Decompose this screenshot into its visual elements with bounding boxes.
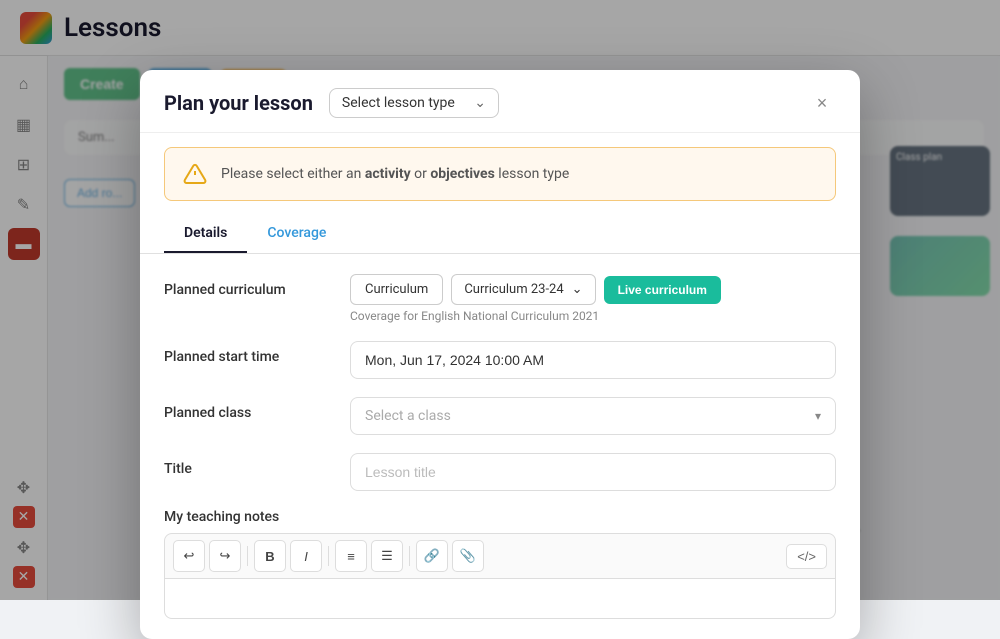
- undo-button[interactable]: ↩: [173, 540, 205, 572]
- title-row: Title: [164, 453, 836, 491]
- lesson-type-select[interactable]: Select lesson type ⌄: [329, 88, 499, 118]
- toolbar-separator-3: [409, 546, 410, 566]
- bold-button[interactable]: B: [254, 540, 286, 572]
- planned-curriculum-row: Planned curriculum Curriculum Curriculum…: [164, 274, 836, 323]
- modal-body: Planned curriculum Curriculum Curriculum…: [140, 254, 860, 639]
- italic-button[interactable]: I: [290, 540, 322, 572]
- planned-start-time-label: Planned start time: [164, 341, 334, 365]
- planned-class-label: Planned class: [164, 397, 334, 421]
- planned-start-time-row: Planned start time: [164, 341, 836, 379]
- warning-banner: Please select either an activity or obje…: [164, 147, 836, 201]
- modal-close-button[interactable]: ×: [808, 89, 836, 117]
- warning-text: Please select either an activity or obje…: [221, 166, 569, 182]
- teaching-notes-label: My teaching notes: [164, 509, 836, 525]
- plan-lesson-modal: Plan your lesson Select lesson type ⌄ × …: [140, 70, 860, 639]
- planned-class-select[interactable]: Select a class ▾: [350, 397, 836, 435]
- title-field: [350, 453, 836, 491]
- curriculum-subtitle: Coverage for English National Curriculum…: [350, 309, 836, 323]
- planned-start-time-input[interactable]: [350, 341, 836, 379]
- title-input[interactable]: [350, 453, 836, 491]
- warning-icon: [181, 160, 209, 188]
- planned-class-arrow-icon: ▾: [815, 409, 821, 423]
- tab-coverage[interactable]: Coverage: [247, 215, 346, 253]
- ordered-list-button[interactable]: ≡: [335, 540, 367, 572]
- link-button[interactable]: 🔗: [416, 540, 448, 572]
- curriculum-select[interactable]: Curriculum 23-24 ⌄: [451, 274, 595, 305]
- unordered-list-button[interactable]: ☰: [371, 540, 403, 572]
- curriculum-chevron-icon: ⌄: [572, 282, 583, 297]
- attachment-button[interactable]: 📎: [452, 540, 484, 572]
- modal-header: Plan your lesson Select lesson type ⌄ ×: [140, 70, 860, 133]
- planned-class-placeholder: Select a class: [365, 408, 451, 424]
- modal-tabs: Details Coverage: [140, 215, 860, 254]
- editor-toolbar: ↩ ↪ B I ≡ ☰ 🔗 📎 </>: [164, 533, 836, 579]
- editor-content-area[interactable]: [164, 579, 836, 619]
- planned-class-row: Planned class Select a class ▾: [164, 397, 836, 435]
- tab-details[interactable]: Details: [164, 215, 247, 253]
- teaching-notes-section: My teaching notes ↩ ↪ B I ≡ ☰ 🔗 📎 </>: [164, 509, 836, 619]
- planned-curriculum-field: Curriculum Curriculum 23-24 ⌄ Live curri…: [350, 274, 836, 323]
- planned-start-time-field: [350, 341, 836, 379]
- curriculum-value: Curriculum 23-24: [464, 282, 563, 297]
- toolbar-right: </>: [786, 544, 827, 569]
- redo-button[interactable]: ↪: [209, 540, 241, 572]
- title-label: Title: [164, 453, 334, 477]
- planned-class-field: Select a class ▾: [350, 397, 836, 435]
- live-curriculum-button[interactable]: Live curriculum: [604, 276, 721, 304]
- chevron-down-icon: ⌄: [474, 95, 486, 111]
- code-button[interactable]: </>: [786, 544, 827, 569]
- toolbar-separator-2: [328, 546, 329, 566]
- curriculum-badge: Curriculum: [350, 274, 443, 305]
- lesson-type-placeholder: Select lesson type: [342, 95, 455, 111]
- toolbar-separator-1: [247, 546, 248, 566]
- planned-curriculum-label: Planned curriculum: [164, 274, 334, 298]
- modal-title: Plan your lesson: [164, 91, 313, 115]
